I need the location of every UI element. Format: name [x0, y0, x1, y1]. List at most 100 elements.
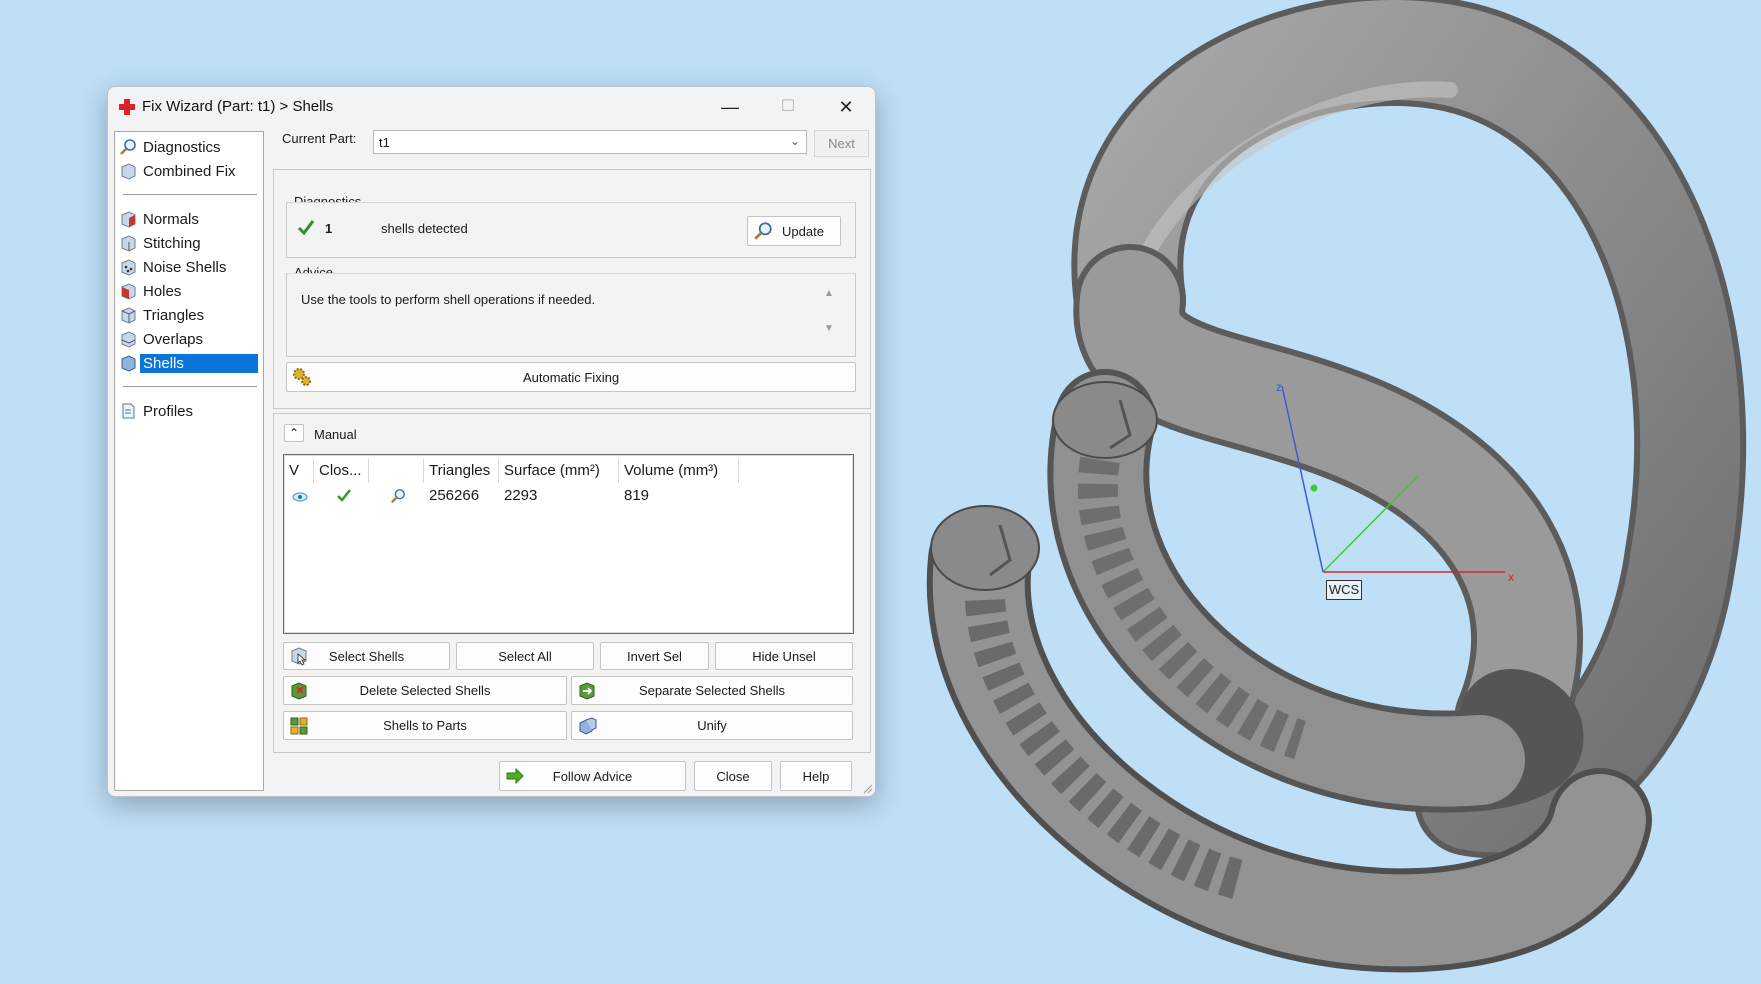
axis-x-label: x — [1508, 570, 1514, 584]
nav-item-combined-fix[interactable]: Combined Fix — [119, 160, 259, 182]
cell-surface: 2293 — [504, 487, 538, 504]
current-part-select[interactable]: t1 ⌄ — [373, 130, 807, 154]
column-header-inspect[interactable] — [369, 459, 424, 483]
nav-label: Diagnostics — [143, 138, 221, 156]
automatic-fixing-button[interactable]: Automatic Fixing — [286, 362, 856, 392]
scroll-down-icon[interactable]: ▼ — [821, 323, 837, 334]
select-shells-label: Select Shells — [328, 648, 405, 664]
title-bar[interactable]: Fix Wizard (Part: t1) > Shells — ☐ ✕ — [108, 87, 875, 127]
delete-selected-shells-label: Delete Selected Shells — [359, 683, 491, 698]
scroll-up-icon[interactable]: ▲ — [821, 288, 837, 299]
invert-selection-button[interactable]: Invert Sel — [600, 642, 709, 670]
shells-to-parts-icon — [290, 717, 308, 734]
delete-cube-icon — [291, 681, 307, 700]
unify-label: Unify — [697, 718, 727, 733]
collapse-manual-button[interactable]: ⌃ — [284, 424, 304, 442]
nav-item-holes[interactable]: Holes — [119, 280, 259, 302]
diagnostics-panel: Diagnostics 1 shells detected Update Adv… — [273, 169, 871, 409]
minimize-button[interactable]: — — [706, 91, 754, 123]
column-header-closed[interactable]: Clos... — [314, 459, 369, 483]
axis-marker — [1310, 484, 1318, 492]
nav-item-diagnostics[interactable]: Diagnostics — [119, 136, 259, 158]
cell-volume: 819 — [624, 487, 650, 504]
magnifier-icon — [120, 139, 136, 155]
fix-wizard-dialog: Fix Wizard (Part: t1) > Shells — ☐ ✕ Dia… — [107, 86, 876, 797]
overlaps-cube-icon — [121, 331, 136, 348]
noise-cube-icon — [121, 259, 136, 276]
manual-title: Manual — [314, 427, 357, 442]
follow-advice-label: Follow Advice — [552, 768, 633, 784]
automatic-fixing-label: Automatic Fixing — [522, 369, 620, 385]
column-header-volume[interactable]: Volume (mm³) — [619, 459, 739, 483]
follow-advice-button[interactable]: Follow Advice — [499, 761, 686, 791]
check-icon — [337, 489, 351, 502]
nav-label: Noise Shells — [143, 258, 227, 276]
current-part-value: t1 — [379, 135, 390, 150]
check-icon — [297, 220, 315, 236]
triangles-cube-icon — [121, 307, 136, 324]
maximize-button[interactable]: ☐ — [764, 91, 812, 123]
next-button[interactable]: Next — [814, 130, 869, 157]
shell-count: 1 — [325, 221, 333, 236]
magnifier-icon[interactable] — [390, 488, 406, 504]
stitching-cube-icon — [121, 235, 136, 252]
advice-box: Use the tools to perform shell operation… — [286, 273, 856, 357]
delete-selected-shells-button[interactable]: Delete Selected Shells — [283, 676, 567, 705]
column-header-visible[interactable]: V — [284, 459, 314, 483]
nav-item-noise-shells[interactable]: Noise Shells — [119, 256, 259, 278]
separate-selected-shells-button[interactable]: Separate Selected Shells — [571, 676, 853, 705]
cell-triangles: 256266 — [429, 487, 480, 504]
shells-to-parts-button[interactable]: Shells to Parts — [283, 711, 567, 740]
nav-label: Shells — [140, 353, 258, 373]
update-button[interactable]: Update — [747, 216, 841, 246]
separate-selected-shells-label: Separate Selected Shells — [639, 683, 785, 698]
shells-table[interactable]: V Clos... Triangles Surface (mm²) Volume… — [283, 454, 854, 634]
nav-item-normals[interactable]: Normals — [119, 208, 259, 230]
nav-item-stitching[interactable]: Stitching — [119, 232, 259, 254]
unify-button[interactable]: Unify — [571, 711, 853, 740]
advice-scrollbar[interactable]: ▲ ▼ — [821, 288, 837, 348]
chevron-down-icon: ⌄ — [789, 134, 800, 148]
current-part-label: Current Part: — [282, 131, 357, 146]
column-header-triangles[interactable]: Triangles — [424, 459, 499, 483]
nav-item-triangles[interactable]: Triangles — [119, 304, 259, 326]
axis-z-label: z — [1276, 380, 1282, 394]
nav-label: Triangles — [143, 306, 205, 324]
wizard-nav: Diagnostics Combined Fix Normals Stitchi… — [114, 131, 264, 791]
close-button[interactable]: Close — [694, 761, 772, 791]
select-cube-icon — [291, 647, 307, 666]
nav-label: Stitching — [143, 234, 201, 252]
holes-cube-icon — [121, 283, 136, 300]
window-title: Fix Wizard (Part: t1) > Shells — [142, 98, 334, 115]
hide-unselected-button[interactable]: Hide Unsel — [715, 642, 853, 670]
green-arrow-icon — [506, 767, 524, 785]
tube-end-cap — [930, 505, 1040, 591]
column-header-surface[interactable]: Surface (mm²) — [499, 459, 619, 483]
diagnostics-status: shells detected — [381, 221, 468, 236]
help-button[interactable]: Help — [780, 761, 852, 791]
nav-separator — [123, 194, 257, 195]
select-all-button[interactable]: Select All — [456, 642, 594, 670]
separate-cube-icon — [579, 681, 595, 700]
nav-item-overlaps[interactable]: Overlaps — [119, 328, 259, 350]
resize-grip-icon[interactable] — [861, 782, 873, 794]
nav-label: Normals — [143, 210, 199, 228]
nav-separator — [123, 386, 257, 387]
diagnostics-box: 1 shells detected Update — [286, 202, 856, 258]
nav-label: Combined Fix — [143, 162, 236, 180]
shells-cube-icon — [121, 355, 136, 372]
advice-text: Use the tools to perform shell operation… — [301, 292, 596, 307]
nav-label: Overlaps — [143, 330, 204, 348]
nav-label: Profiles — [143, 402, 194, 420]
nav-label: Holes — [143, 282, 182, 300]
red-cross-icon — [119, 99, 135, 115]
close-window-button[interactable]: ✕ — [822, 91, 870, 123]
wcs-label: WCS — [1326, 580, 1362, 600]
select-shells-button[interactable]: Select Shells — [283, 642, 450, 670]
shells-to-parts-label: Shells to Parts — [383, 718, 467, 733]
magnifier-icon — [754, 222, 772, 240]
cube-icon — [121, 163, 136, 180]
eye-icon[interactable] — [292, 491, 308, 503]
nav-item-profiles[interactable]: Profiles — [119, 400, 259, 422]
nav-item-shells[interactable]: Shells — [119, 352, 259, 374]
